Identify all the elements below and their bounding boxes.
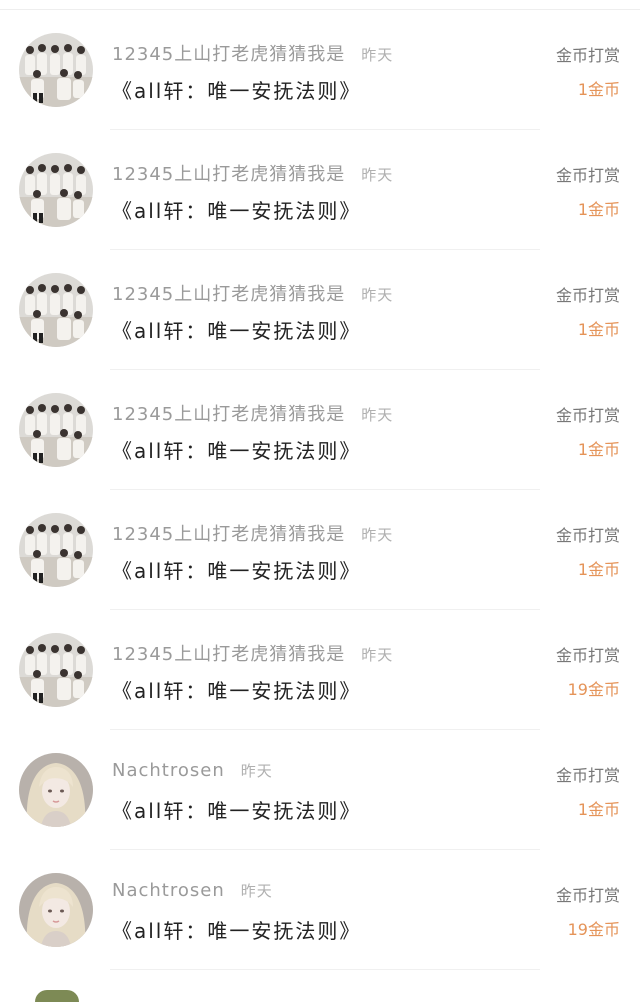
username[interactable]: 12345上山打老虎猜猜我是 bbox=[112, 164, 345, 185]
book-title[interactable]: 《all轩：唯一安抚法则》 bbox=[112, 315, 361, 344]
avatar[interactable] bbox=[19, 393, 93, 467]
user-info: 12345上山打老虎猜猜我是 昨天 bbox=[112, 280, 393, 306]
tip-amount: 1金币 bbox=[577, 560, 620, 579]
book-title[interactable]: 《all轩：唯一安抚法则》 bbox=[112, 75, 361, 104]
user-info: Nachtrosen 昨天 bbox=[112, 880, 273, 901]
avatar[interactable] bbox=[19, 153, 93, 227]
tip-type-label: 金币打赏 bbox=[555, 46, 620, 65]
tip-amount: 1金币 bbox=[577, 320, 620, 339]
tip-type-label: 金币打赏 bbox=[555, 406, 620, 425]
username[interactable]: 12345上山打老虎猜猜我是 bbox=[112, 524, 345, 545]
tip-amount: 1金币 bbox=[577, 200, 620, 219]
user-info: Nachtrosen 昨天 bbox=[112, 760, 273, 781]
username[interactable]: 12345上山打老虎猜猜我是 bbox=[112, 644, 345, 665]
timestamp: 昨天 bbox=[240, 762, 273, 780]
book-title[interactable]: 《all轩：唯一安抚法则》 bbox=[112, 675, 361, 704]
timestamp: 昨天 bbox=[240, 882, 273, 900]
tip-record-row[interactable]: Nachtrosen 昨天 《all轩：唯一安抚法则》 金币打赏 1金币 bbox=[0, 730, 640, 850]
username[interactable]: Nachtrosen bbox=[112, 880, 225, 901]
tip-amount: 1金币 bbox=[577, 440, 620, 459]
avatar[interactable] bbox=[19, 513, 93, 587]
username[interactable]: Nachtrosen bbox=[112, 760, 225, 781]
timestamp: 昨天 bbox=[361, 646, 394, 664]
tip-type-label: 金币打赏 bbox=[555, 646, 620, 665]
book-title[interactable]: 《all轩：唯一安抚法则》 bbox=[112, 555, 361, 584]
user-info: 12345上山打老虎猜猜我是 昨天 bbox=[112, 160, 393, 186]
avatar[interactable] bbox=[19, 273, 93, 347]
username[interactable]: 12345上山打老虎猜猜我是 bbox=[112, 44, 345, 65]
tip-record-row[interactable]: 12345上山打老虎猜猜我是 昨天 《all轩：唯一安抚法则》 金币打赏 1金币 bbox=[0, 130, 640, 250]
avatar[interactable] bbox=[19, 633, 93, 707]
tip-record-row[interactable]: 12345上山打老虎猜猜我是 昨天 《all轩：唯一安抚法则》 金币打赏 1金币 bbox=[0, 490, 640, 610]
username[interactable]: 12345上山打老虎猜猜我是 bbox=[112, 284, 345, 305]
book-title[interactable]: 《all轩：唯一安抚法则》 bbox=[112, 195, 361, 224]
avatar[interactable] bbox=[19, 753, 93, 827]
tip-type-label: 金币打赏 bbox=[555, 766, 620, 785]
user-info: 12345上山打老虎猜猜我是 昨天 bbox=[112, 400, 393, 426]
user-info: 12345上山打老虎猜猜我是 昨天 bbox=[112, 640, 393, 666]
tip-type-label: 金币打赏 bbox=[555, 166, 620, 185]
tip-type-label: 金币打赏 bbox=[555, 886, 620, 905]
avatar[interactable] bbox=[19, 33, 93, 107]
avatar[interactable] bbox=[19, 873, 93, 947]
timestamp: 昨天 bbox=[361, 46, 394, 64]
tip-type-label: 金币打赏 bbox=[555, 286, 620, 305]
username[interactable]: 12345上山打老虎猜猜我是 bbox=[112, 404, 345, 425]
book-title[interactable]: 《all轩：唯一安抚法则》 bbox=[112, 795, 361, 824]
tip-record-row[interactable]: 12345上山打老虎猜猜我是 昨天 《all轩：唯一安抚法则》 金币打赏 1金币 bbox=[0, 10, 640, 130]
tip-amount: 19金币 bbox=[567, 920, 620, 939]
tip-type-label: 金币打赏 bbox=[555, 526, 620, 545]
tip-amount: 19金币 bbox=[567, 680, 620, 699]
tip-record-row[interactable]: 12345上山打老虎猜猜我是 昨天 《all轩：唯一安抚法则》 金币打赏 1金币 bbox=[0, 370, 640, 490]
user-info: 12345上山打老虎猜猜我是 昨天 bbox=[112, 40, 393, 66]
timestamp: 昨天 bbox=[361, 166, 394, 184]
tip-amount: 1金币 bbox=[577, 80, 620, 99]
timestamp: 昨天 bbox=[361, 526, 394, 544]
timestamp: 昨天 bbox=[361, 406, 394, 424]
book-title[interactable]: 《all轩：唯一安抚法则》 bbox=[112, 915, 361, 944]
avatar[interactable] bbox=[35, 990, 79, 1002]
tip-record-row[interactable]: 12345上山打老虎猜猜我是 昨天 《all轩：唯一安抚法则》 金币打赏 19金币 bbox=[0, 610, 640, 730]
book-title[interactable]: 《all轩：唯一安抚法则》 bbox=[112, 435, 361, 464]
tip-record-row[interactable]: 12345上山打老虎猜猜我是 昨天 《all轩：唯一安抚法则》 金币打赏 1金币 bbox=[0, 250, 640, 370]
tip-amount: 1金币 bbox=[577, 800, 620, 819]
tip-record-list: 12345上山打老虎猜猜我是 昨天 《all轩：唯一安抚法则》 金币打赏 1金币 … bbox=[0, 10, 640, 970]
tip-record-row[interactable]: Nachtrosen 昨天 《all轩：唯一安抚法则》 金币打赏 19金币 bbox=[0, 850, 640, 970]
user-info: 12345上山打老虎猜猜我是 昨天 bbox=[112, 520, 393, 546]
timestamp: 昨天 bbox=[361, 286, 394, 304]
